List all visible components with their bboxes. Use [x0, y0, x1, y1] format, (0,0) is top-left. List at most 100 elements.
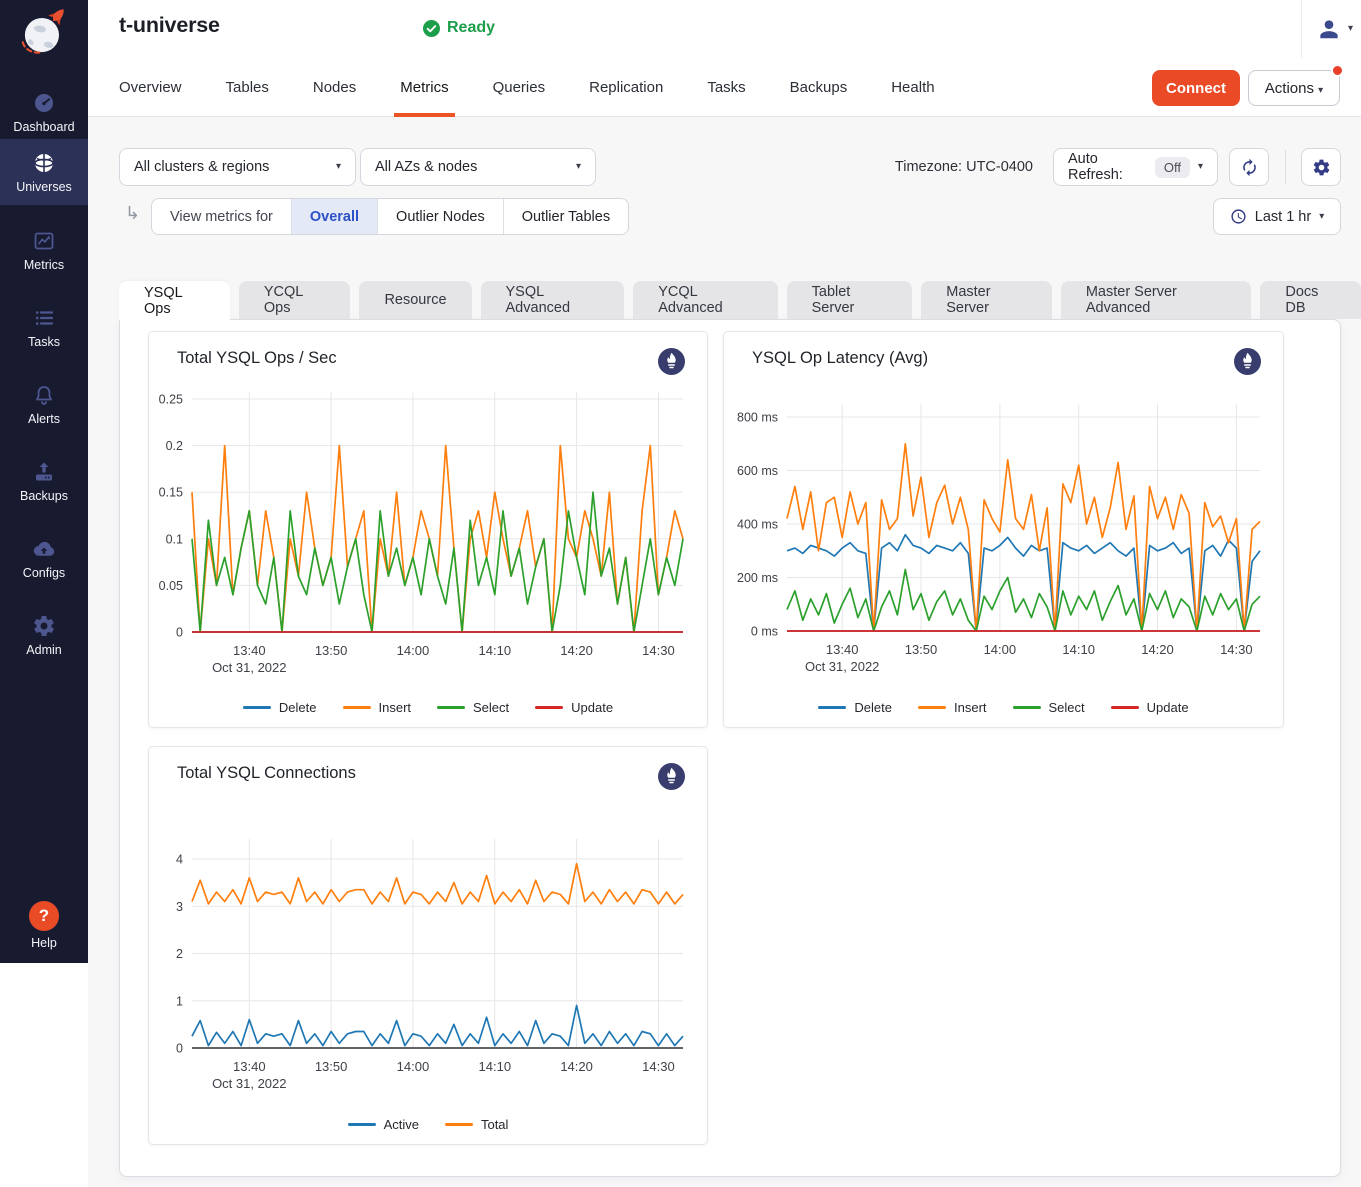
legend-item-delete[interactable]: Delete — [818, 700, 892, 715]
bell-icon — [32, 383, 56, 407]
tab-resource[interactable]: Resource — [359, 281, 471, 319]
y-tick-label: 0.05 — [159, 579, 183, 593]
tab-ycql-ops[interactable]: YCQL Ops — [239, 281, 351, 319]
settings-button[interactable] — [1301, 148, 1341, 186]
tab-ycql-advanced[interactable]: YCQL Advanced — [633, 281, 777, 319]
azs-nodes-value: All AZs & nodes — [375, 159, 576, 175]
sidebar-item-configs[interactable]: Configs — [0, 526, 88, 590]
refresh-button[interactable] — [1229, 148, 1269, 186]
upload-icon — [32, 460, 56, 484]
legend-swatch — [535, 706, 563, 709]
actions-button[interactable]: Actions ▾ — [1248, 70, 1340, 106]
x-tick-label: 14:30 — [642, 1059, 675, 1074]
y-tick-label: 0.2 — [166, 439, 183, 453]
x-tick-label: 14:30 — [1220, 642, 1253, 657]
sidebar-item-label: Dashboard — [13, 120, 74, 134]
plot-area[interactable]: 800 ms600 ms400 ms200 ms0 ms13:4013:5014… — [724, 332, 1285, 687]
sidebar-item-help[interactable]: ? Help — [0, 893, 88, 957]
y-tick-label: 0.1 — [166, 532, 183, 546]
universe-title: t-universe — [119, 13, 220, 38]
prometheus-icon[interactable] — [658, 348, 685, 375]
sidebar-item-alerts[interactable]: Alerts — [0, 372, 88, 436]
x-tick-label: 14:10 — [1062, 642, 1095, 657]
x-tick-label: 13:40 — [233, 1059, 266, 1074]
sidebar-item-tasks[interactable]: Tasks — [0, 295, 88, 359]
x-tick-label: 14:10 — [479, 1059, 512, 1074]
scope-outlier-nodes[interactable]: Outlier Nodes — [378, 199, 504, 234]
clock-icon — [1230, 208, 1247, 225]
plot-area[interactable]: 4321013:4013:5014:0014:1014:2014:30Oct 3… — [149, 747, 709, 1102]
nav-backups[interactable]: Backups — [790, 58, 848, 117]
legend-item-select[interactable]: Select — [1013, 700, 1085, 715]
chevron-down-icon: ▾ — [336, 162, 341, 172]
cloud-upload-icon — [32, 537, 56, 561]
nav-nodes[interactable]: Nodes — [313, 58, 356, 117]
sidebar-item-dashboard[interactable]: Dashboard — [0, 80, 88, 144]
series-select — [787, 570, 1260, 632]
nav-queries[interactable]: Queries — [493, 58, 546, 117]
scope-overall[interactable]: Overall — [292, 199, 378, 234]
chart-card-ysql-op-latency: YSQL Op Latency (Avg) 800 ms600 ms400 ms… — [723, 331, 1284, 728]
scope-outlier-tables[interactable]: Outlier Tables — [504, 199, 628, 234]
chart-legend: Delete Insert Select Update — [724, 700, 1283, 715]
question-icon: ? — [29, 901, 59, 931]
user-avatar-icon — [1316, 16, 1342, 42]
tab-master-server-advanced[interactable]: Master Server Advanced — [1061, 281, 1252, 319]
sidebar-item-metrics[interactable]: Metrics — [0, 218, 88, 282]
tab-ysql-advanced[interactable]: YSQL Advanced — [481, 281, 625, 319]
legend-item-insert[interactable]: Insert — [343, 700, 412, 715]
y-tick-label: 0 ms — [751, 625, 778, 639]
prometheus-icon[interactable] — [1234, 348, 1261, 375]
legend-item-update[interactable]: Update — [1111, 700, 1189, 715]
auto-refresh-value: Off — [1155, 157, 1190, 178]
nav-replication[interactable]: Replication — [589, 58, 663, 117]
chevron-down-icon: ▾ — [1198, 162, 1203, 172]
nav-health[interactable]: Health — [891, 58, 934, 117]
chevron-down-icon: ▾ — [1318, 85, 1323, 96]
nav-tables[interactable]: Tables — [226, 58, 269, 117]
chart-title: Total YSQL Ops / Sec — [177, 349, 337, 368]
legend-item-active[interactable]: Active — [348, 1117, 419, 1132]
chart-canvas: 4321013:4013:5014:0014:1014:2014:30Oct 3… — [149, 747, 709, 1097]
sidebar-item-backups[interactable]: Backups — [0, 449, 88, 513]
sidebar-item-admin[interactable]: Admin — [0, 603, 88, 667]
legend-item-update[interactable]: Update — [535, 700, 613, 715]
auto-refresh-label: Auto Refresh: — [1068, 151, 1147, 183]
y-tick-label: 0 — [176, 626, 183, 640]
y-tick-label: 1 — [176, 994, 183, 1008]
x-tick-label: 13:50 — [315, 643, 348, 658]
tab-docs-db[interactable]: Docs DB — [1260, 281, 1361, 319]
check-circle-icon — [423, 20, 440, 37]
time-range-select[interactable]: Last 1 hr ▾ — [1213, 198, 1341, 235]
legend-item-select[interactable]: Select — [437, 700, 509, 715]
azs-nodes-select[interactable]: All AZs & nodes ▾ — [360, 148, 596, 186]
plot-area[interactable]: 0.250.20.150.10.05013:4013:5014:0014:101… — [149, 332, 709, 687]
x-tick-label: 14:20 — [1141, 642, 1174, 657]
nav-metrics[interactable]: Metrics — [400, 58, 448, 117]
x-tick-label: 14:10 — [479, 643, 512, 658]
x-tick-label: 14:20 — [560, 643, 593, 658]
prometheus-icon[interactable] — [658, 763, 685, 790]
tab-master-server[interactable]: Master Server — [921, 281, 1052, 319]
metrics-tab-strip: YSQL Ops YCQL Ops Resource YSQL Advanced… — [119, 281, 1361, 320]
series-total — [192, 864, 683, 904]
x-tick-label: 13:50 — [905, 642, 938, 657]
gear-icon — [32, 614, 56, 638]
chart-canvas: 0.250.20.150.10.05013:4013:5014:0014:101… — [149, 332, 709, 682]
clusters-regions-select[interactable]: All clusters & regions ▾ — [119, 148, 356, 186]
legend-item-delete[interactable]: Delete — [243, 700, 317, 715]
auto-refresh-control[interactable]: Auto Refresh: Off ▾ — [1053, 148, 1218, 186]
header-divider — [1301, 0, 1302, 58]
tab-tablet-server[interactable]: Tablet Server — [787, 281, 913, 319]
legend-swatch — [437, 706, 465, 709]
user-menu[interactable]: ▾ — [1316, 16, 1353, 42]
legend-item-total[interactable]: Total — [445, 1117, 508, 1132]
connect-button[interactable]: Connect — [1152, 70, 1240, 106]
nav-overview[interactable]: Overview — [119, 58, 182, 117]
sidebar-item-universes[interactable]: Universes — [0, 139, 88, 205]
legend-item-insert[interactable]: Insert — [918, 700, 987, 715]
tab-ysql-ops[interactable]: YSQL Ops — [119, 281, 230, 320]
nav-tasks[interactable]: Tasks — [707, 58, 745, 117]
yugabyte-logo-icon[interactable] — [14, 3, 74, 65]
legend-swatch — [348, 1123, 376, 1126]
